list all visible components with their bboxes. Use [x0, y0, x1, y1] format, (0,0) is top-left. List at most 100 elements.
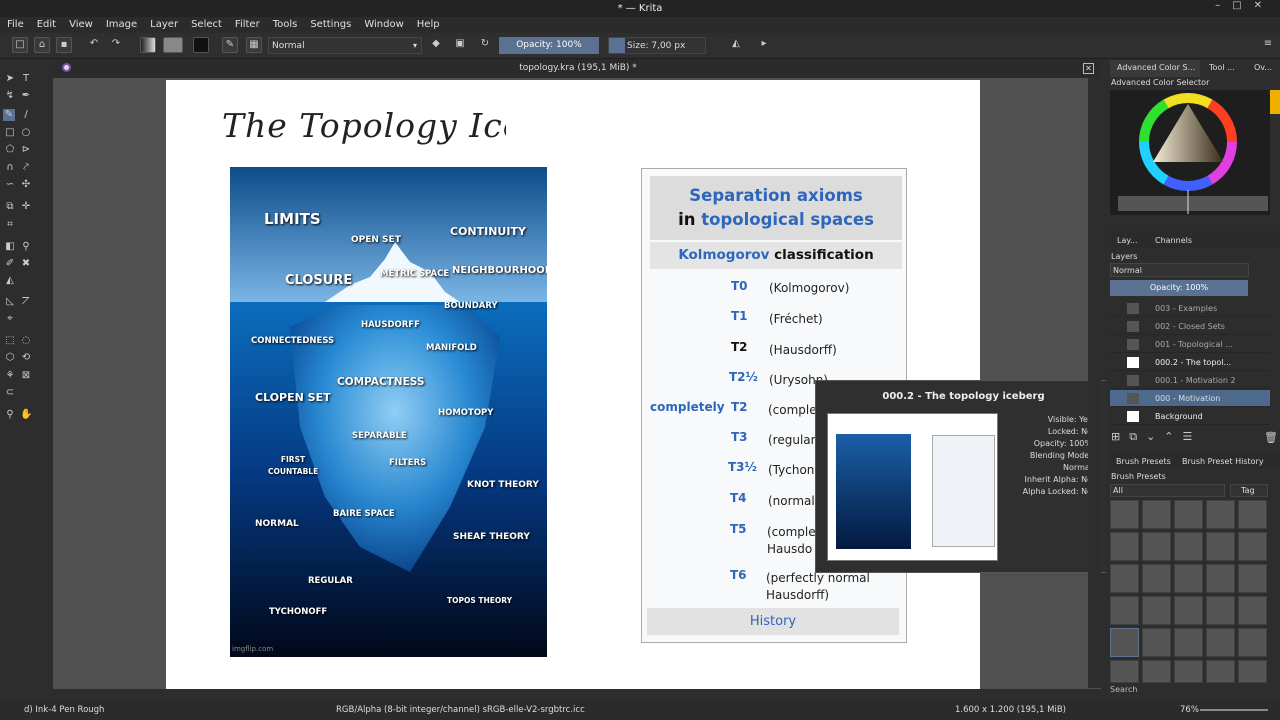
- ellipse-tool-icon[interactable]: ○: [20, 127, 32, 139]
- menu-file[interactable]: File: [7, 17, 24, 33]
- pattern-swatch-icon[interactable]: [163, 37, 183, 53]
- vertical-scrollbar[interactable]: [1088, 78, 1101, 688]
- brush-preset[interactable]: [1142, 532, 1171, 561]
- menu-image[interactable]: Image: [106, 17, 137, 33]
- bezier-tool-icon[interactable]: ∩: [4, 162, 16, 174]
- close-document-icon[interactable]: ✕: [1083, 63, 1094, 74]
- ellipse-select-icon[interactable]: ◌: [20, 335, 32, 347]
- layer-row[interactable]: 000.2 - The topol...: [1110, 354, 1270, 371]
- opacity-slider[interactable]: Opacity: 100%: [499, 37, 599, 54]
- brush-preset[interactable]: [1174, 596, 1203, 625]
- brush-preset[interactable]: [1142, 596, 1171, 625]
- brush-preset[interactable]: [1238, 628, 1267, 657]
- rect-select-icon[interactable]: ⬚: [4, 335, 16, 347]
- menu-window[interactable]: Window: [364, 17, 403, 33]
- measure-tool-icon[interactable]: ⦢: [20, 296, 32, 308]
- menu-help[interactable]: Help: [417, 17, 440, 33]
- brush-preset[interactable]: [1206, 628, 1235, 657]
- toolbar-menu-icon[interactable]: ≡: [1260, 37, 1276, 53]
- brush-preset[interactable]: [1206, 500, 1235, 529]
- brush-preset[interactable]: [1206, 564, 1235, 593]
- crop-tool-icon[interactable]: ⌗: [4, 219, 16, 231]
- brush-preset-selected[interactable]: [1110, 628, 1139, 657]
- brush-preset[interactable]: [1142, 500, 1171, 529]
- reload-preset-icon[interactable]: ↻: [477, 37, 493, 53]
- brush-preset[interactable]: [1110, 660, 1139, 683]
- bezier-select-icon[interactable]: ⊂: [4, 387, 16, 399]
- select-shapes-icon[interactable]: ➤: [4, 73, 16, 85]
- mirror-horizontal-icon[interactable]: ◭: [728, 37, 744, 53]
- brush-filter-select[interactable]: All: [1110, 484, 1225, 497]
- brush-preset[interactable]: [1174, 500, 1203, 529]
- brush-presets-icon[interactable]: ▦: [246, 37, 262, 53]
- assistant-tool-icon[interactable]: ◺: [4, 296, 16, 308]
- size-slider[interactable]: Size: 7,00 px: [608, 37, 706, 54]
- smart-patch-icon[interactable]: ✖: [20, 258, 32, 270]
- polygon-tool-icon[interactable]: ⬠: [4, 144, 16, 156]
- brush-preset[interactable]: [1206, 660, 1235, 683]
- tab-advanced-color[interactable]: Advanced Color S...: [1117, 63, 1195, 72]
- brush-preset[interactable]: [1238, 532, 1267, 561]
- undo-icon[interactable]: ↶: [86, 37, 102, 53]
- open-document-icon[interactable]: ⌂: [34, 37, 50, 53]
- brush-preset[interactable]: [1206, 532, 1235, 561]
- tab-layers[interactable]: Lay...: [1117, 236, 1138, 245]
- tab-brush-history[interactable]: Brush Preset History: [1182, 457, 1264, 466]
- brush-tag-button[interactable]: Tag: [1230, 484, 1268, 497]
- line-tool-icon[interactable]: /: [20, 109, 32, 121]
- tab-channels[interactable]: Channels: [1155, 236, 1192, 245]
- move-up-icon[interactable]: ⌃: [1164, 430, 1182, 443]
- delete-layer-icon[interactable]: 🗑: [1264, 431, 1278, 444]
- fill-tool-icon[interactable]: ◭: [4, 275, 16, 287]
- edit-shapes-icon[interactable]: ↯: [4, 90, 16, 102]
- brush-preset[interactable]: [1110, 564, 1139, 593]
- blend-mode-select[interactable]: Normal ▾: [268, 37, 422, 54]
- move-tool-icon[interactable]: ✛: [20, 201, 32, 213]
- layer-row[interactable]: 003 - Examples: [1110, 300, 1270, 317]
- reference-tool-icon[interactable]: ⌖: [4, 313, 16, 325]
- layer-row[interactable]: Background: [1110, 408, 1270, 425]
- brush-preset[interactable]: [1110, 596, 1139, 625]
- menu-settings[interactable]: Settings: [310, 17, 351, 33]
- close-button[interactable]: ✕: [1254, 0, 1274, 11]
- colorize-mask-icon[interactable]: ✐: [4, 258, 16, 270]
- menu-layer[interactable]: Layer: [150, 17, 178, 33]
- tab-overview[interactable]: Ov...: [1254, 63, 1272, 72]
- brush-preset[interactable]: [1206, 596, 1235, 625]
- menu-select[interactable]: Select: [191, 17, 222, 33]
- text-tool-icon[interactable]: T: [20, 73, 32, 85]
- menu-tools[interactable]: Tools: [273, 17, 298, 33]
- layer-row[interactable]: 000.1 - Motivation 2: [1110, 372, 1270, 389]
- brush-preset[interactable]: [1238, 596, 1267, 625]
- color-swatch[interactable]: [1270, 90, 1280, 114]
- layer-row[interactable]: 002 - Closed Sets: [1110, 318, 1270, 335]
- layers-blend-select[interactable]: Normal: [1110, 263, 1249, 277]
- brush-preset[interactable]: [1142, 628, 1171, 657]
- brush-preset[interactable]: [1174, 628, 1203, 657]
- status-zoom[interactable]: 76%: [1180, 700, 1199, 720]
- mirror-vertical-icon[interactable]: ▸: [756, 37, 772, 53]
- freehand-path-icon[interactable]: ⤤: [20, 162, 32, 174]
- brush-preset[interactable]: [1142, 660, 1171, 683]
- zoom-tool-icon[interactable]: ⚲: [4, 409, 16, 421]
- transform-tool-icon[interactable]: ⧉: [4, 201, 16, 213]
- freehand-brush-icon[interactable]: ✎: [3, 109, 15, 121]
- calligraphy-icon[interactable]: ✒: [20, 90, 32, 102]
- add-layer-icon[interactable]: ⊞: [1111, 430, 1129, 443]
- multibrush-icon[interactable]: ✣: [20, 179, 32, 191]
- layer-properties-icon[interactable]: ☰: [1183, 430, 1202, 443]
- save-icon[interactable]: ▪: [56, 37, 72, 53]
- brush-preset[interactable]: [1238, 660, 1267, 683]
- layer-row-selected[interactable]: 000 - Motivation: [1110, 390, 1270, 407]
- polyline-tool-icon[interactable]: ⊳: [20, 144, 32, 156]
- brush-editor-icon[interactable]: ✎: [222, 37, 238, 53]
- color-picker-icon[interactable]: ⚲: [20, 241, 32, 253]
- horizontal-scrollbar[interactable]: [53, 689, 1101, 700]
- maximize-button[interactable]: □: [1232, 0, 1253, 11]
- brush-preset[interactable]: [1174, 564, 1203, 593]
- layer-row[interactable]: 001 - Topological ...: [1110, 336, 1270, 353]
- pan-tool-icon[interactable]: ✋: [20, 409, 32, 421]
- zoom-slider[interactable]: [1200, 709, 1268, 711]
- gradient-tool-icon[interactable]: ◧: [4, 241, 16, 253]
- duplicate-layer-icon[interactable]: ⧉: [1129, 430, 1146, 443]
